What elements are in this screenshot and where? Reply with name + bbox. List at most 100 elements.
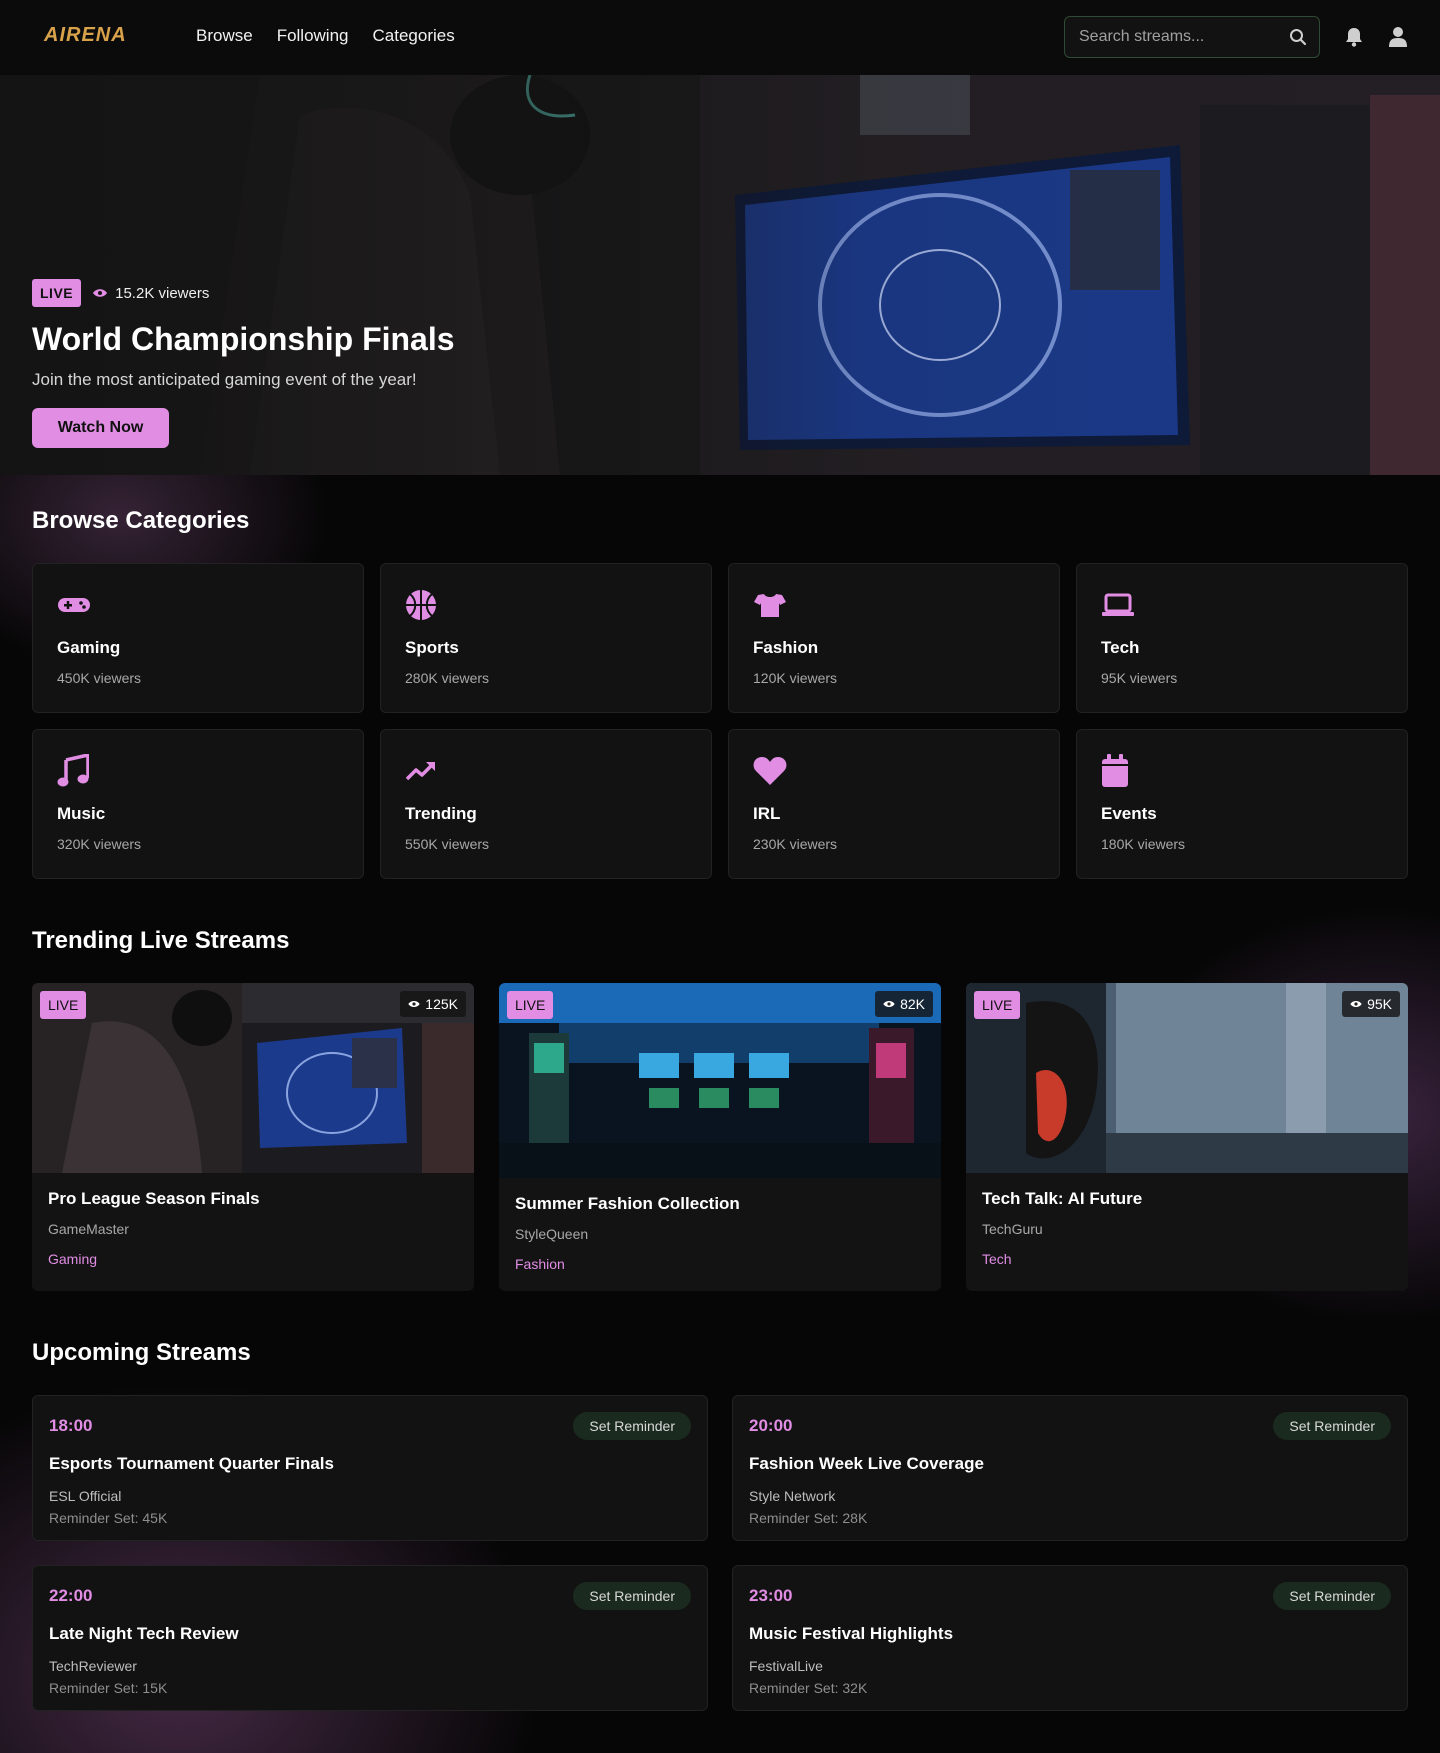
- search-box: [1064, 16, 1320, 58]
- category-name: Sports: [405, 638, 459, 657]
- category-card-irl[interactable]: IRL 230K viewers: [728, 729, 1060, 879]
- stream-thumbnail: LIVE 125K: [32, 983, 474, 1173]
- search-input[interactable]: [1079, 28, 1279, 46]
- stream-title: Fashion Week Live Coverage: [749, 1454, 984, 1473]
- category-card-gaming[interactable]: Gaming 450K viewers: [32, 563, 364, 713]
- set-reminder-button[interactable]: Set Reminder: [1273, 1582, 1391, 1610]
- upcoming-card: 20:00 Set Reminder Fashion Week Live Cov…: [732, 1395, 1408, 1541]
- category-name: Fashion: [753, 638, 819, 657]
- streamer-name[interactable]: StyleQueen: [515, 1226, 925, 1242]
- main-nav: Browse Following Categories: [196, 26, 455, 46]
- stream-title: Tech Talk: AI Future: [982, 1189, 1143, 1208]
- category-card-trending[interactable]: Trending 550K viewers: [380, 729, 712, 879]
- search-icon[interactable]: [1289, 28, 1307, 51]
- reminder-count: Reminder Set: 28K: [749, 1510, 868, 1526]
- eye-icon: [883, 1001, 895, 1007]
- stream-title: Late Night Tech Review: [49, 1624, 239, 1643]
- category-card-fashion[interactable]: Fashion 120K viewers: [728, 563, 1060, 713]
- reminder-count: Reminder Set: 15K: [49, 1680, 168, 1696]
- hero-banner: LIVE 15.2K viewers World Championship Fi…: [0, 75, 1440, 475]
- upcoming-title: Upcoming Streams: [32, 1339, 251, 1366]
- nav-categories[interactable]: Categories: [373, 26, 455, 46]
- channel-name: Style Network: [749, 1488, 836, 1504]
- gamepad-icon: [57, 588, 339, 622]
- watch-now-button[interactable]: Watch Now: [32, 408, 169, 448]
- category-viewers: 450K viewers: [57, 670, 142, 686]
- hero-viewers: 15.2K viewers: [93, 285, 209, 302]
- stream-title: Music Festival Highlights: [749, 1624, 954, 1643]
- stream-card[interactable]: LIVE 82K Summer Fashion Collection Style…: [499, 983, 941, 1291]
- channel-name: FestivalLive: [749, 1658, 823, 1674]
- category-name: Events: [1101, 804, 1157, 823]
- stream-category[interactable]: Gaming: [48, 1251, 458, 1267]
- category-name: IRL: [753, 804, 781, 823]
- live-badge: LIVE: [32, 279, 82, 307]
- nav-following[interactable]: Following: [277, 26, 349, 46]
- top-nav: AIRENA Browse Following Categories: [0, 0, 1440, 75]
- upcoming-card: 22:00 Set Reminder Late Night Tech Revie…: [32, 1565, 708, 1711]
- stream-category[interactable]: Fashion: [515, 1256, 925, 1272]
- category-name: Trending: [405, 804, 477, 823]
- category-viewers: 120K viewers: [753, 670, 838, 686]
- eye-icon: [1350, 1001, 1362, 1007]
- categories-title: Browse Categories: [32, 507, 250, 534]
- reminder-count: Reminder Set: 32K: [749, 1680, 868, 1696]
- stream-thumbnail: LIVE 95K: [966, 983, 1408, 1173]
- view-count: 82K: [875, 991, 933, 1017]
- category-name: Music: [57, 804, 106, 823]
- category-card-events[interactable]: Events 180K viewers: [1076, 729, 1408, 879]
- stream-card[interactable]: LIVE 125K Pro League Season Finals GameM…: [32, 983, 474, 1291]
- calendar-icon: [1101, 754, 1383, 788]
- category-grid: Gaming 450K viewers Sports 280K viewers …: [32, 563, 1408, 879]
- upcoming-list: 18:00 Set Reminder Esports Tournament Qu…: [32, 1395, 1408, 1711]
- category-viewers: 95K viewers: [1101, 670, 1178, 686]
- heart-icon: [753, 754, 1035, 788]
- stream-title: Esports Tournament Quarter Finals: [49, 1454, 334, 1473]
- basketball-icon: [405, 588, 687, 622]
- live-badge: LIVE: [974, 991, 1021, 1019]
- trending-title: Trending Live Streams: [32, 927, 290, 954]
- stream-card[interactable]: LIVE 95K Tech Talk: AI Future TechGuru T…: [966, 983, 1408, 1291]
- set-reminder-button[interactable]: Set Reminder: [1273, 1412, 1391, 1440]
- live-badge: LIVE: [40, 991, 87, 1019]
- set-reminder-button[interactable]: Set Reminder: [573, 1412, 691, 1440]
- category-viewers: 230K viewers: [753, 836, 838, 852]
- user-icon[interactable]: [1388, 26, 1408, 53]
- category-viewers: 550K viewers: [405, 836, 490, 852]
- view-count: 95K: [1342, 991, 1400, 1017]
- music-note-icon: [57, 754, 339, 788]
- view-count: 125K: [400, 991, 466, 1017]
- nav-browse[interactable]: Browse: [196, 26, 253, 46]
- category-viewers: 180K viewers: [1101, 836, 1186, 852]
- streamer-name[interactable]: GameMaster: [48, 1221, 458, 1237]
- channel-name: TechReviewer: [49, 1658, 137, 1674]
- stream-title: Summer Fashion Collection: [515, 1194, 740, 1213]
- reminder-count: Reminder Set: 45K: [49, 1510, 168, 1526]
- bell-icon[interactable]: [1344, 26, 1364, 53]
- stream-title: Pro League Season Finals: [48, 1189, 260, 1208]
- category-card-tech[interactable]: Tech 95K viewers: [1076, 563, 1408, 713]
- channel-name: ESL Official: [49, 1488, 122, 1504]
- logo[interactable]: AIRENA: [44, 24, 127, 47]
- hero-title: World Championship Finals: [32, 321, 455, 357]
- upcoming-card: 23:00 Set Reminder Music Festival Highli…: [732, 1565, 1408, 1711]
- eye-icon: [93, 289, 108, 297]
- category-card-sports[interactable]: Sports 280K viewers: [380, 563, 712, 713]
- category-name: Tech: [1101, 638, 1140, 657]
- category-viewers: 280K viewers: [405, 670, 490, 686]
- hero-subtitle: Join the most anticipated gaming event o…: [32, 370, 417, 389]
- stream-category[interactable]: Tech: [982, 1251, 1392, 1267]
- trend-up-icon: [405, 754, 687, 788]
- streamer-name[interactable]: TechGuru: [982, 1221, 1392, 1237]
- live-badge: LIVE: [507, 991, 554, 1019]
- stream-thumbnail: LIVE 82K: [499, 983, 941, 1178]
- shirt-icon: [753, 588, 1035, 622]
- hero-content: LIVE 15.2K viewers World Championship Fi…: [32, 279, 455, 448]
- category-card-music[interactable]: Music 320K viewers: [32, 729, 364, 879]
- laptop-icon: [1101, 588, 1383, 622]
- category-viewers: 320K viewers: [57, 836, 142, 852]
- eye-icon: [408, 1001, 420, 1007]
- upcoming-card: 18:00 Set Reminder Esports Tournament Qu…: [32, 1395, 708, 1541]
- category-name: Gaming: [57, 638, 121, 657]
- set-reminder-button[interactable]: Set Reminder: [573, 1582, 691, 1610]
